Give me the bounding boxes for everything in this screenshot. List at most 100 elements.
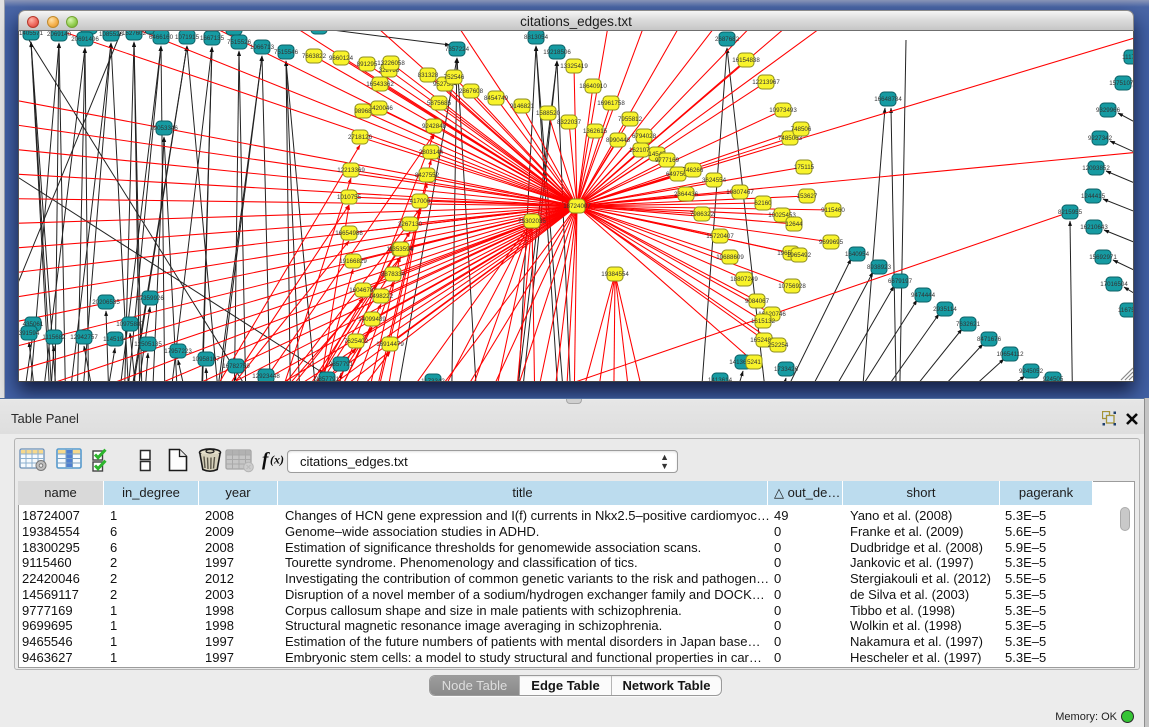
- svg-text:7986322: 7986322: [690, 211, 715, 218]
- svg-text:9857791: 9857791: [315, 376, 340, 382]
- svg-text:12213967: 12213967: [752, 79, 780, 86]
- svg-text:12942757: 12942757: [70, 334, 98, 341]
- svg-text:746266: 746266: [683, 167, 704, 174]
- svg-text:8322037: 8322037: [557, 119, 582, 126]
- svg-text:13325419: 13325419: [560, 63, 588, 70]
- svg-text:6466160: 6466160: [149, 34, 174, 41]
- svg-text:2364436: 2364436: [674, 191, 699, 198]
- svg-text:10958107: 10958107: [192, 356, 220, 363]
- svg-text:20691406: 20691406: [71, 36, 99, 43]
- svg-text:17359926: 17359926: [136, 295, 164, 302]
- svg-text:111753: 111753: [1122, 54, 1134, 61]
- svg-text:29053346: 29053346: [150, 125, 178, 132]
- svg-text:752546: 752546: [444, 74, 465, 81]
- svg-text:7515526: 7515526: [227, 39, 252, 46]
- svg-text:10807467: 10807467: [726, 189, 754, 196]
- svg-text:8990448: 8990448: [606, 137, 631, 144]
- svg-text:9242848: 9242848: [422, 123, 447, 130]
- svg-text:175115: 175115: [794, 164, 815, 171]
- svg-text:1667135: 1667135: [200, 35, 225, 42]
- svg-text:16654988: 16654988: [335, 230, 363, 237]
- svg-text:(x): (x): [270, 453, 284, 467]
- svg-text:12213369: 12213369: [337, 167, 365, 174]
- svg-text:1353594: 1353594: [389, 246, 414, 253]
- svg-text:98968: 98968: [354, 108, 372, 115]
- svg-text:3267130: 3267130: [398, 221, 423, 228]
- svg-text:7632621: 7632621: [956, 321, 981, 328]
- svg-text:19218506: 19218506: [543, 49, 571, 56]
- svg-text:9857791: 9857791: [329, 361, 354, 368]
- svg-text:391594: 391594: [19, 330, 40, 337]
- svg-text:17016504: 17016504: [1100, 281, 1128, 288]
- svg-text:16210643: 16210643: [1080, 224, 1108, 231]
- svg-text:2718126: 2718126: [348, 134, 373, 141]
- svg-text:15692971: 15692971: [1089, 254, 1117, 261]
- svg-text:2803144: 2803144: [419, 149, 444, 156]
- svg-text:1115682: 1115682: [42, 334, 66, 341]
- svg-text:62160: 62160: [754, 200, 772, 207]
- svg-text:9699695: 9699695: [819, 239, 844, 246]
- svg-text:7357224: 7357224: [445, 46, 470, 53]
- svg-text:25302035: 25302035: [518, 218, 546, 225]
- svg-text:1066713: 1066713: [250, 44, 275, 51]
- svg-text:9474444: 9474444: [911, 292, 936, 299]
- svg-text:2687682: 2687682: [715, 36, 740, 43]
- svg-text:1085528: 1085528: [99, 31, 124, 38]
- svg-text:1071915: 1071915: [175, 34, 200, 41]
- svg-text:16154838: 16154838: [732, 57, 760, 64]
- svg-text:f: f: [262, 450, 270, 471]
- svg-text:17957223: 17957223: [164, 348, 192, 355]
- svg-text:18807249: 18807249: [730, 276, 758, 283]
- svg-text:16648784: 16648784: [874, 96, 902, 103]
- svg-text:924505: 924505: [1043, 376, 1064, 382]
- svg-text:748506: 748506: [791, 126, 812, 133]
- svg-text:1498222: 1498222: [369, 293, 394, 300]
- svg-text:1362615: 1362615: [583, 128, 608, 135]
- svg-text:13226058: 13226058: [377, 60, 405, 67]
- svg-text:891295: 891295: [357, 61, 378, 68]
- svg-text:14099489: 14099489: [358, 316, 386, 323]
- svg-text:2867608: 2867608: [459, 88, 484, 95]
- svg-text:1527602: 1527602: [122, 31, 147, 37]
- svg-text:16543362: 16543362: [366, 81, 394, 88]
- svg-text:12505135: 12505135: [134, 341, 162, 348]
- svg-text:10654112: 10654112: [996, 351, 1024, 358]
- svg-text:19384554: 19384554: [601, 271, 629, 278]
- svg-text:16782759: 16782759: [222, 363, 250, 370]
- svg-text:8427552: 8427552: [415, 172, 440, 179]
- svg-text:1733426: 1733426: [774, 366, 799, 373]
- svg-text:8938923: 8938923: [867, 264, 892, 271]
- svg-text:18724007: 18724007: [563, 203, 591, 210]
- svg-text:9084067: 9084067: [745, 298, 770, 305]
- svg-text:1010755: 1010755: [337, 194, 362, 201]
- svg-text:12923448: 12923448: [252, 373, 280, 380]
- svg-text:15751074: 15751074: [1109, 80, 1134, 87]
- svg-text:12644: 12644: [785, 221, 803, 228]
- svg-text:1145194: 1145194: [103, 336, 127, 343]
- svg-text:7625402: 7625402: [344, 338, 369, 345]
- svg-text:7663822: 7663822: [302, 53, 327, 60]
- svg-text:2069140: 2069140: [47, 31, 72, 38]
- svg-text:8454749: 8454749: [484, 95, 509, 102]
- svg-text:2935114: 2935114: [933, 306, 957, 313]
- svg-text:8471676: 8471676: [977, 336, 1002, 343]
- svg-text:5875685: 5875685: [427, 100, 452, 107]
- svg-text:116753: 116753: [1118, 307, 1134, 314]
- svg-text:1588520: 1588520: [536, 110, 561, 117]
- svg-text:3624554: 3624554: [702, 177, 727, 184]
- svg-text:153627: 153627: [797, 193, 818, 200]
- svg-text:7955812: 7955812: [618, 116, 643, 123]
- svg-text:6794028: 6794028: [632, 133, 657, 140]
- svg-text:9329966: 9329966: [1096, 107, 1121, 114]
- svg-text:9115460: 9115460: [821, 207, 845, 214]
- svg-text:1405571: 1405571: [19, 31, 44, 37]
- svg-text:1965492: 1965492: [787, 252, 812, 259]
- svg-text:1640954: 1640954: [845, 251, 870, 258]
- svg-text:9146821: 9146821: [510, 103, 535, 110]
- svg-text:252254: 252254: [768, 342, 789, 349]
- svg-text:1173342: 1173342: [421, 378, 445, 382]
- svg-text:15720407: 15720407: [706, 233, 734, 240]
- svg-text:9660124: 9660124: [329, 55, 354, 62]
- svg-text:10973493: 10973493: [769, 107, 797, 114]
- svg-text:1615132: 1615132: [751, 318, 776, 325]
